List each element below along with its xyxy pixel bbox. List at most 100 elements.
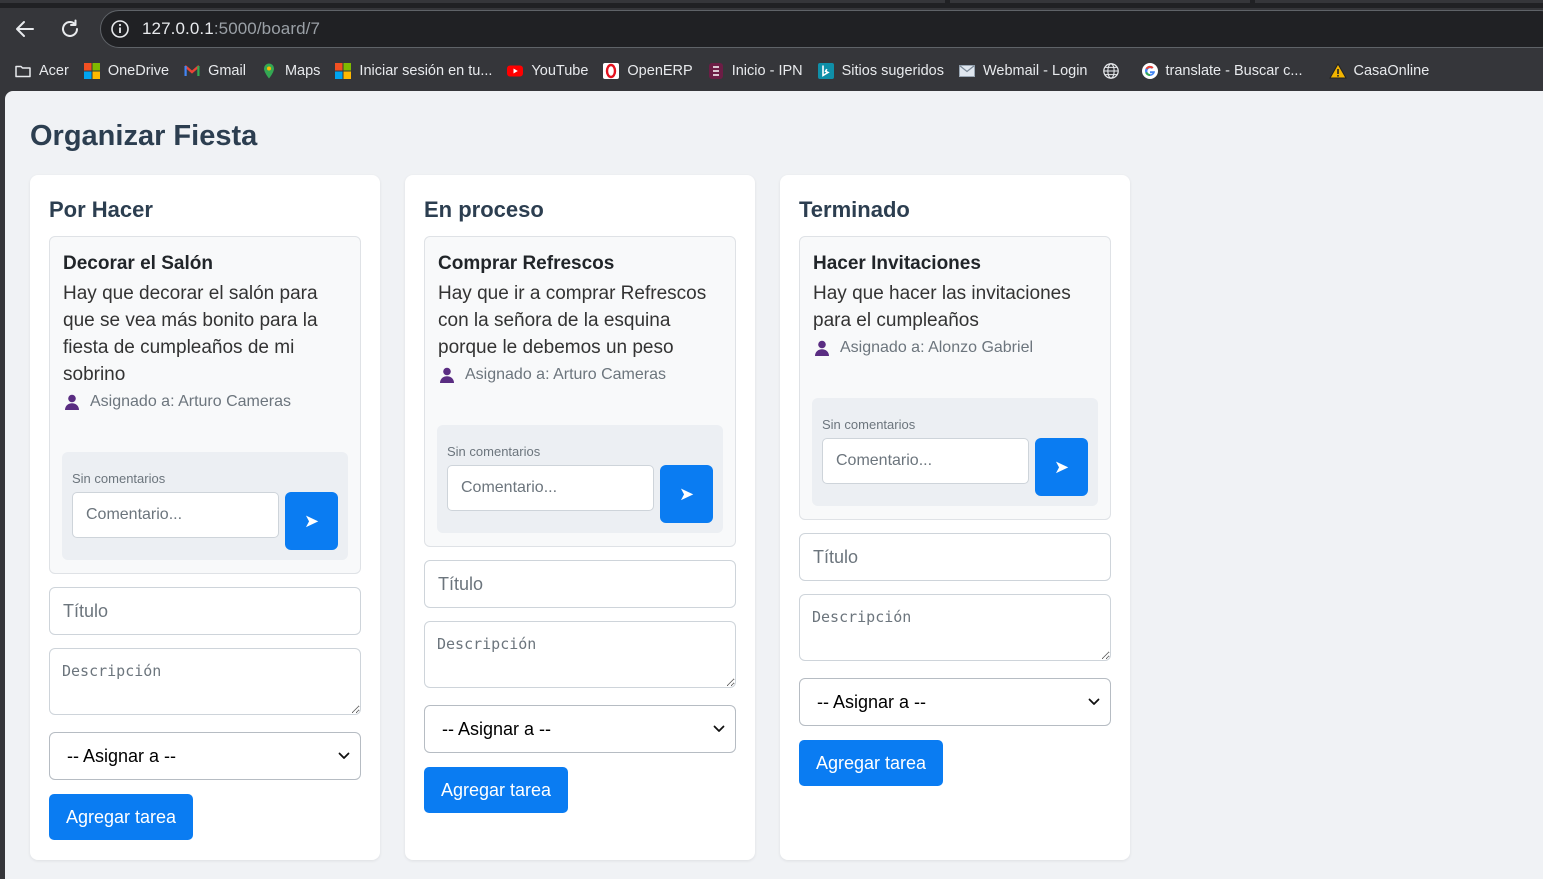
board-column: En proceso Comprar Refrescos Hay que ir …	[405, 175, 755, 860]
person-icon	[815, 340, 829, 356]
bookmark-item[interactable]: Webmail - Login	[958, 62, 1088, 80]
send-icon: ➤	[1053, 456, 1070, 477]
column-title: Por Hacer	[49, 197, 153, 222]
bookmark-item[interactable]: Gmail	[183, 62, 246, 80]
comment-input[interactable]	[72, 492, 279, 538]
person-icon	[440, 367, 454, 383]
assignee-text: Asignado a: Arturo Cameras	[465, 366, 666, 383]
column-title: En proceso	[424, 197, 544, 222]
new-task-description-input[interactable]	[799, 594, 1111, 661]
folder-icon	[14, 62, 32, 80]
bookmark-item[interactable]: Acer	[14, 62, 69, 80]
bookmark-label: Maps	[284, 63, 321, 79]
chevron-down-icon	[713, 725, 725, 732]
bookmarks-bar: Acer OneDrive Gmail Maps Iniciar sesión en t…	[0, 53, 1543, 89]
youtube-icon	[506, 62, 524, 80]
no-comments-text: Sin comentarios	[447, 444, 541, 459]
back-button[interactable]	[8, 12, 42, 46]
tab-edge[interactable]	[950, 0, 1250, 3]
new-task-title-input[interactable]	[49, 587, 361, 635]
new-task-description-input[interactable]	[424, 621, 736, 688]
reload-button[interactable]	[53, 12, 87, 46]
bookmark-item[interactable]: CasaOnline	[1328, 62, 1430, 80]
back-arrow-icon	[16, 21, 34, 37]
active-tab-edge[interactable]	[0, 0, 945, 3]
comments-section: Sin comentarios ➤	[812, 398, 1098, 506]
add-task-button[interactable]: Agregar tarea	[49, 794, 194, 840]
task-card[interactable]: Hacer Invitaciones Hay que hacer las inv…	[799, 236, 1111, 520]
bookmark-item[interactable]: Iniciar sesión en tu...	[334, 62, 492, 80]
browser-chrome: 127.0.0.1:5000/board/7 Acer OneDrive Gmail…	[0, 0, 1543, 91]
bookmark-label: CasaOnline	[1353, 63, 1430, 79]
bookmark-label: OpenERP	[627, 63, 693, 79]
add-task-button[interactable]: Agregar tarea	[799, 740, 944, 786]
board-column: Terminado Hacer Invitaciones Hay que hac…	[780, 175, 1130, 860]
assignee-text: Asignado a: Alonzo Gabriel	[840, 339, 1034, 356]
site-info-icon[interactable]	[109, 18, 131, 40]
bookmark-label: Acer	[39, 63, 69, 79]
opera-icon	[602, 62, 620, 80]
comments-section: Sin comentarios ➤	[62, 452, 348, 560]
assign-select-value: -- Asignar a --	[67, 746, 177, 766]
task-description: Hay que decorar el salón para que se vea…	[63, 283, 318, 385]
task-assignee: Asignado a: Alonzo Gabriel	[813, 339, 1033, 357]
bookmark-label: Inicio - IPN	[731, 63, 803, 79]
bookmark-item[interactable]: Sitios sugeridos	[817, 62, 944, 80]
maps-icon	[260, 62, 278, 80]
comment-input[interactable]	[447, 465, 654, 511]
browser-toolbar: 127.0.0.1:5000/board/7	[0, 8, 1543, 50]
bing-icon	[817, 62, 835, 80]
bookmark-item[interactable]: YouTube	[506, 62, 588, 80]
send-comment-button[interactable]: ➤	[1035, 438, 1088, 496]
bookmark-label: Webmail - Login	[982, 63, 1088, 79]
chevron-down-icon	[338, 752, 350, 759]
task-title: Comprar Refrescos	[438, 253, 615, 274]
tab-edge[interactable]	[1255, 0, 1543, 3]
board-title: Organizar Fiesta	[30, 120, 258, 152]
microsoft-icon	[334, 62, 352, 80]
bookmark-label: OneDrive	[107, 63, 170, 79]
task-card[interactable]: Decorar el Salón Hay que decorar el saló…	[49, 236, 361, 574]
reload-icon	[62, 19, 78, 37]
person-icon	[65, 394, 79, 410]
bookmark-item[interactable]: OneDrive	[83, 62, 169, 80]
assign-select[interactable]: -- Asignar a --	[49, 732, 361, 780]
comment-input[interactable]	[822, 438, 1029, 484]
new-task-title-input[interactable]	[799, 533, 1111, 581]
assignee-text: Asignado a: Arturo Cameras	[90, 393, 291, 410]
task-card[interactable]: Comprar Refrescos Hay que ir a comprar R…	[424, 236, 736, 547]
no-comments-text: Sin comentarios	[72, 471, 166, 486]
send-comment-button[interactable]: ➤	[660, 465, 713, 523]
assign-select[interactable]: -- Asignar a --	[424, 705, 736, 753]
task-description: Hay que ir a comprar Refrescos con la se…	[438, 283, 707, 358]
bookmark-item[interactable]	[1102, 62, 1127, 80]
add-task-button[interactable]: Agregar tarea	[424, 767, 569, 813]
bookmark-item[interactable]: translate - Buscar c...	[1141, 62, 1303, 80]
url-path: :5000/board/7	[213, 19, 321, 38]
bookmark-label: translate - Buscar c...	[1165, 63, 1303, 79]
send-comment-button[interactable]: ➤	[285, 492, 338, 550]
task-title: Decorar el Salón	[63, 253, 213, 274]
send-icon: ➤	[303, 510, 320, 531]
new-task-description-input[interactable]	[49, 648, 361, 715]
bookmark-item[interactable]: Maps	[260, 62, 320, 80]
column-title: Terminado	[799, 197, 910, 222]
url-host: 127.0.0.1	[142, 19, 214, 38]
gmail-icon	[183, 62, 201, 80]
task-assignee: Asignado a: Arturo Cameras	[438, 366, 666, 384]
assign-select[interactable]: -- Asignar a --	[799, 678, 1111, 726]
assign-select-value: -- Asignar a --	[817, 692, 927, 712]
address-bar[interactable]: 127.0.0.1:5000/board/7	[100, 10, 1543, 48]
bookmark-label: YouTube	[531, 63, 589, 79]
bookmark-item[interactable]: Inicio - IPN	[707, 62, 803, 80]
task-title: Hacer Invitaciones	[813, 253, 981, 274]
globe-icon	[1102, 62, 1120, 80]
tab-strip	[0, 0, 1543, 8]
google-icon	[1141, 62, 1159, 80]
new-task-title-input[interactable]	[424, 560, 736, 608]
mail-icon	[958, 62, 976, 80]
bookmark-item[interactable]: OpenERP	[602, 62, 693, 80]
microsoft-icon	[83, 62, 101, 80]
warning-icon	[1328, 62, 1347, 80]
url-text[interactable]: 127.0.0.1:5000/board/7	[142, 19, 320, 39]
